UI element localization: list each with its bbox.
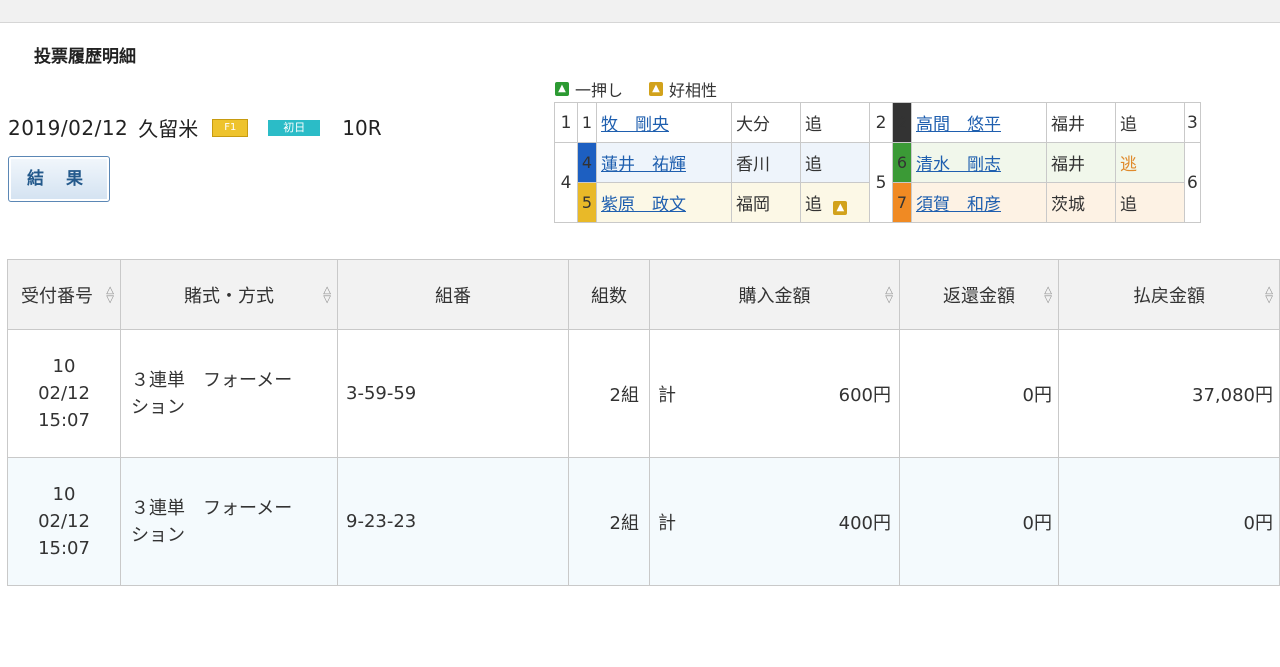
header-combination: 組番	[337, 259, 569, 330]
payout-amount: 37,080円	[1058, 329, 1280, 458]
race-info: 2019/02/12 久留米 F1 初日 10R	[8, 113, 382, 142]
receipt-date: 02/12	[38, 511, 90, 532]
lineup-table: 1 1 牧 剛央 大分 追 2 2 高間 悠平 福井 追 3 4 4 蓮井 祐輝…	[554, 102, 1201, 223]
bike-number: 2	[892, 102, 912, 143]
refund-amount: 0円	[899, 457, 1059, 586]
racer-style: 追	[800, 102, 870, 143]
racer-link[interactable]: 清水 剛志	[916, 155, 1001, 175]
line-position-partial: 6	[1184, 142, 1201, 223]
purchase-cell: 計 400円	[649, 457, 900, 586]
race-venue: 久留米	[138, 117, 199, 141]
bike-number: 6	[892, 142, 912, 183]
bet-type-line2: ション	[131, 524, 185, 546]
receipt-cell: 10 02/12 15:07	[7, 329, 121, 458]
legend: ▲ 一押し ▲ 好相性	[555, 77, 717, 101]
bet-type-cell: ３連単 フォーメー ション	[120, 329, 338, 458]
receipt-time: 15:07	[38, 538, 90, 559]
sort-icon[interactable]: △ ▽	[1265, 285, 1273, 304]
combination-count: 2組	[568, 329, 650, 458]
bike-number: 4	[577, 142, 597, 183]
racer-link[interactable]: 紫原 政文	[601, 195, 686, 215]
receipt-cell: 10 02/12 15:07	[7, 457, 121, 586]
legend-green-label: 一押し	[575, 81, 624, 100]
racer-link[interactable]: 蓮井 祐輝	[601, 155, 686, 175]
refund-amount: 0円	[899, 329, 1059, 458]
race-number: 10R	[342, 115, 382, 140]
combination-count: 2組	[568, 457, 650, 586]
receipt-id: 10	[52, 356, 76, 377]
line-position: 2	[869, 102, 893, 143]
racer-prefecture: 福井	[1046, 142, 1116, 183]
race-date: 2019/02/12	[8, 115, 129, 140]
racer-prefecture: 香川	[731, 142, 801, 183]
bet-type-line1: ３連単 フォーメー	[131, 369, 293, 391]
racer-link[interactable]: 牧 剛央	[601, 115, 669, 135]
racer-style: 追	[800, 142, 870, 183]
combination: 9-23-23	[337, 457, 569, 586]
table-row: 10 02/12 15:07 ３連単 フォーメー ション 3-59-59 2組 …	[7, 329, 1280, 458]
day-badge: 初日	[268, 119, 321, 136]
sort-icon[interactable]: △ ▽	[106, 285, 114, 304]
bet-type-line1: ３連単 フォーメー	[131, 497, 293, 519]
page-title: 投票履歴明細	[34, 47, 136, 67]
racer-style: 逃	[1115, 142, 1185, 183]
racer-prefecture: 茨城	[1046, 182, 1116, 223]
line-position-partial: 3	[1184, 102, 1201, 143]
purchase-cell: 計 600円	[649, 329, 900, 458]
racer-prefecture: 大分	[731, 102, 801, 143]
racer-prefecture: 福岡	[731, 182, 801, 223]
bike-number: 5	[577, 182, 597, 223]
line-position: 1	[554, 102, 578, 143]
header-count: 組数	[568, 259, 650, 330]
thumbs-up-gold-icon: ▲	[649, 82, 664, 96]
table-row: 10 02/12 15:07 ３連単 フォーメー ション 9-23-23 2組 …	[7, 457, 1280, 586]
purchase-amount: 400円	[838, 512, 891, 534]
thumbs-up-green-icon: ▲	[555, 82, 569, 96]
purchase-amount: 600円	[838, 384, 891, 406]
header-receipt[interactable]: 受付番号 △ ▽	[7, 259, 121, 330]
total-label: 計	[658, 384, 676, 406]
header-purchase[interactable]: 購入金額 △ ▽	[649, 259, 900, 330]
total-label: 計	[658, 512, 676, 534]
sort-icon[interactable]: △ ▽	[1044, 285, 1052, 304]
result-button[interactable]: 結 果	[8, 156, 110, 202]
grade-badge: F1	[212, 118, 249, 137]
top-bar	[0, 0, 1280, 23]
receipt-id: 10	[52, 484, 76, 505]
line-position: 5	[869, 142, 893, 223]
bet-type-line2: ション	[131, 396, 185, 418]
racer-style-cell: 追 ▲	[800, 182, 870, 223]
header-refund[interactable]: 返還金額 △ ▽	[899, 259, 1059, 330]
bet-history-table: 受付番号 △ ▽ 賭式・方式 △ ▽ 組番 組数 購入金額 △ ▽ 返還金額 △ ▽ 払戻金額 △…	[7, 259, 1280, 586]
combination: 3-59-59	[337, 329, 569, 458]
receipt-time: 15:07	[38, 410, 90, 431]
racer-style: 追	[805, 195, 822, 215]
legend-gold-label: 好相性	[669, 81, 718, 100]
racer-link[interactable]: 須賀 和彦	[916, 195, 1001, 215]
thumbs-up-gold-icon: ▲	[833, 201, 848, 215]
bet-type-cell: ３連単 フォーメー ション	[120, 457, 338, 586]
bike-number: 1	[577, 102, 597, 143]
receipt-date: 02/12	[38, 383, 90, 404]
header-bet-type[interactable]: 賭式・方式 △ ▽	[120, 259, 338, 330]
racer-style: 追	[1115, 182, 1185, 223]
racer-prefecture: 福井	[1046, 102, 1116, 143]
sort-icon[interactable]: △ ▽	[323, 285, 331, 304]
line-position: 4	[554, 142, 578, 223]
racer-style: 追	[1115, 102, 1185, 143]
racer-link[interactable]: 高間 悠平	[916, 115, 1001, 135]
header-payout[interactable]: 払戻金額 △ ▽	[1058, 259, 1280, 330]
bike-number: 7	[892, 182, 912, 223]
payout-amount: 0円	[1058, 457, 1280, 586]
sort-icon[interactable]: △ ▽	[885, 285, 893, 304]
